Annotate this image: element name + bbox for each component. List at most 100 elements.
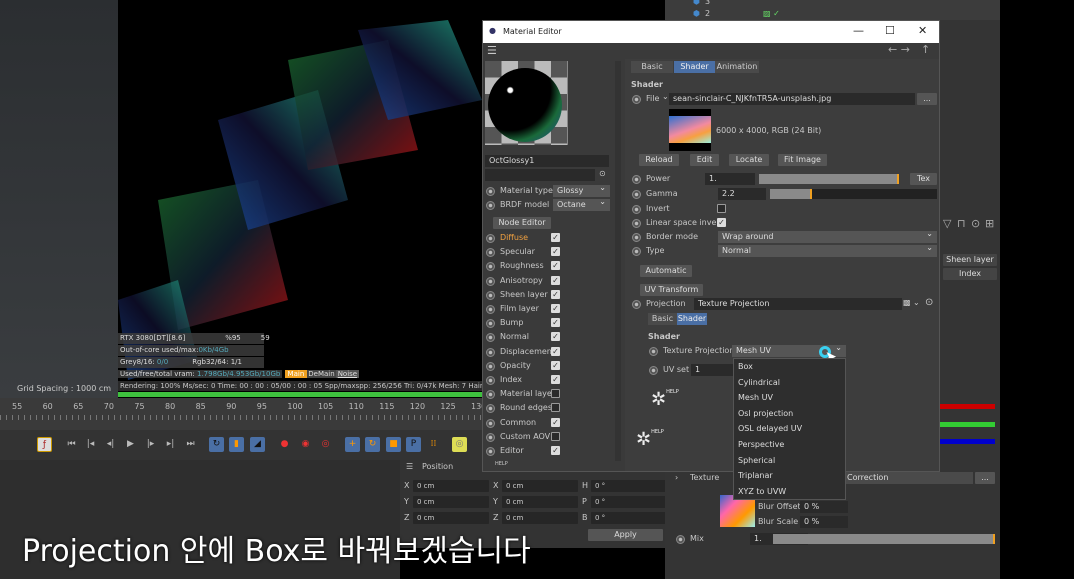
close-icon[interactable]: ✕ (918, 24, 927, 37)
go-end-icon[interactable]: ⏭ (183, 437, 198, 452)
next-frame-icon[interactable]: |▸ (143, 437, 158, 452)
tex-proj-radio[interactable] (649, 347, 658, 356)
channel-label[interactable]: Normal (500, 332, 529, 341)
type-radio[interactable] (632, 247, 641, 256)
linear-radio[interactable] (632, 219, 641, 228)
channel-radio[interactable] (486, 333, 495, 343)
channel-radio[interactable] (486, 234, 495, 243)
invert-checkbox[interactable] (717, 204, 726, 213)
blur-scale-field[interactable]: 0 % (800, 516, 848, 528)
coordinate-field[interactable]: 0 cm (502, 496, 578, 508)
menu-icon[interactable]: ☰ (406, 462, 413, 471)
channel-label[interactable]: Material layer (500, 389, 555, 398)
subtab-shader[interactable]: Shader (677, 313, 707, 325)
edit-button[interactable]: Edit (690, 154, 719, 166)
dropdown-option[interactable]: Box (734, 359, 845, 375)
next-key-icon[interactable]: ▸| (163, 437, 178, 452)
outliner-item[interactable]: 3 (705, 0, 710, 6)
file-radio[interactable] (632, 95, 641, 104)
record-keys-icon[interactable]: ● (277, 437, 292, 452)
dropdown-option[interactable]: Spherical (734, 453, 845, 469)
editor-viewport[interactable]: Grid Spacing : 1000 cm (0, 0, 118, 398)
coordinate-field[interactable]: 0 cm (413, 480, 489, 492)
go-start-icon[interactable]: ⏮ (64, 437, 79, 452)
channel-radio[interactable] (486, 319, 495, 329)
timeline-ruler[interactable]: 55 60 65 70 75 80 85 90 95 100 105 110 115 120 125 130 (0, 398, 486, 430)
file-dropdown-icon[interactable]: ⌄ (662, 92, 669, 101)
reload-button[interactable]: Reload (639, 154, 679, 166)
type-select[interactable]: Normal (718, 242, 937, 257)
index-button[interactable]: Index (943, 268, 997, 280)
key-pla-icon[interactable]: ⁞⁞ (426, 437, 441, 452)
left-scrollbar[interactable] (615, 61, 621, 461)
material-preview[interactable] (485, 61, 568, 145)
material-search-field[interactable] (485, 169, 595, 181)
power-field[interactable]: 1. (705, 173, 755, 185)
channel-checkbox[interactable]: ✓ (551, 332, 560, 342)
projection-radio[interactable] (632, 300, 641, 309)
coordinate-field[interactable]: 0 cm (413, 512, 489, 524)
lock-icon[interactable]: ⊓ (957, 217, 966, 230)
brdf-radio[interactable] (486, 201, 495, 210)
channel-radio[interactable] (486, 262, 495, 272)
coordinate-field[interactable]: 0 cm (502, 512, 578, 524)
channel-radio[interactable] (486, 305, 495, 314)
border-mode-select[interactable]: Wrap around (718, 228, 937, 243)
octane-help-icon[interactable]: ✲HELP (636, 429, 664, 450)
channel-label[interactable]: Common (500, 418, 536, 427)
checker-icon[interactable]: ▩ (903, 298, 911, 307)
play-icon[interactable]: ▶ (123, 437, 138, 452)
tab-shader[interactable]: Shader (674, 61, 715, 73)
channel-checkbox[interactable]: ✓ (551, 360, 560, 370)
power-slider[interactable] (759, 174, 899, 184)
loop-icon[interactable]: ↻ (209, 437, 224, 452)
channel-checkbox[interactable]: ✓ (551, 417, 560, 427)
channel-radio[interactable] (486, 347, 495, 357)
channel-label[interactable]: Anisotropy (500, 276, 543, 285)
back-arrow-icon[interactable]: ← → (888, 43, 910, 56)
prev-key-icon[interactable]: |◂ (83, 437, 98, 452)
picker-icon[interactable]: ⊙ (599, 169, 606, 178)
power-radio[interactable] (632, 175, 641, 184)
key-position-icon[interactable]: + (345, 437, 360, 452)
channel-label[interactable]: Custom AOV (500, 432, 550, 441)
channel-radio[interactable] (486, 432, 495, 442)
channel-radio[interactable] (486, 447, 495, 456)
projection-dropdown-icon[interactable]: ⌄ (913, 298, 920, 307)
channel-checkbox[interactable]: ✓ (551, 375, 560, 384)
picker-icon[interactable]: ⊙ (925, 297, 933, 308)
key-rotation-icon[interactable]: ↻ (365, 437, 380, 452)
up-arrow-icon[interactable]: ↑ (921, 43, 930, 56)
automatic-button[interactable]: Automatic (640, 265, 692, 277)
key-param-icon[interactable]: P (406, 437, 421, 452)
channel-label[interactable]: Opacity (500, 361, 531, 370)
target-icon[interactable]: ⊙ (971, 217, 980, 230)
coordinate-field[interactable]: 0 ° (591, 480, 667, 492)
noise-button[interactable]: Noise (335, 370, 360, 378)
sheen-layer-button[interactable]: Sheen layer (943, 254, 997, 266)
channel-label[interactable]: Editor (500, 446, 524, 455)
dropdown-option[interactable]: Triplanar (734, 468, 845, 484)
channel-label[interactable]: Diffuse (500, 233, 528, 242)
apply-button[interactable]: Apply (588, 529, 663, 541)
channel-label[interactable]: Bump (500, 318, 523, 327)
blur-offset-field[interactable]: 0 % (800, 501, 848, 513)
dropdown-option[interactable]: Mesh UV (734, 390, 845, 406)
channel-label[interactable]: Roughness (500, 261, 544, 270)
expand-icon[interactable]: › (675, 473, 678, 482)
projection-field[interactable]: Texture Projection (694, 298, 902, 310)
channel-label[interactable]: Index (500, 375, 522, 384)
channel-checkbox[interactable]: ✓ (551, 304, 560, 313)
file-browse-button[interactable]: ... (917, 93, 937, 105)
gamma-field[interactable]: 2.2 (718, 188, 766, 200)
visible-check-icon[interactable]: ▨ ✓ (763, 9, 780, 18)
channel-radio[interactable] (486, 390, 495, 400)
dropdown-option[interactable]: Perspective (734, 437, 845, 453)
outliner-item[interactable]: 2 (705, 9, 710, 18)
red-slider[interactable] (940, 404, 995, 409)
channel-label[interactable]: Round edges (500, 403, 552, 412)
minimize-icon[interactable]: — (853, 24, 864, 37)
coordinate-field[interactable]: 0 cm (502, 480, 578, 492)
mix-slider[interactable] (773, 534, 995, 544)
border-radio[interactable] (632, 233, 641, 242)
